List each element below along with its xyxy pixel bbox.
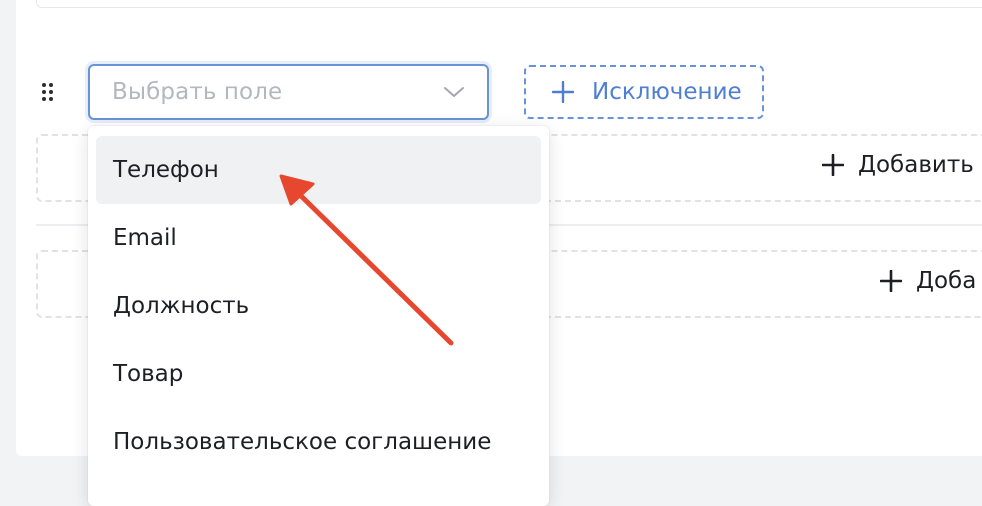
add-exclusion-label: Исключение	[592, 79, 742, 105]
plus-icon	[822, 154, 844, 176]
add-condition-label: Добавить	[858, 152, 974, 178]
drag-handle-icon[interactable]	[42, 83, 54, 101]
previous-section-box	[36, 0, 982, 8]
field-dropdown-menu: Телефон Email Должность Товар Пользовате…	[88, 126, 549, 506]
plus-icon	[880, 270, 902, 292]
dropdown-option-user-agreement[interactable]: Пользовательское соглашение	[96, 408, 541, 476]
add-group-button[interactable]: Доба	[880, 268, 976, 294]
dropdown-option-email[interactable]: Email	[96, 204, 541, 272]
dropdown-option-phone[interactable]: Телефон	[96, 136, 541, 204]
chevron-down-icon	[444, 87, 464, 97]
field-select-placeholder: Выбрать поле	[112, 79, 283, 105]
add-exclusion-button[interactable]: Исключение	[524, 65, 764, 119]
dropdown-option-position[interactable]: Должность	[96, 272, 541, 340]
add-condition-button[interactable]: Добавить	[822, 152, 974, 178]
dropdown-option-product[interactable]: Товар	[96, 340, 541, 408]
field-select[interactable]: Выбрать поле	[88, 64, 489, 120]
add-group-label: Доба	[916, 268, 977, 294]
plus-icon	[552, 81, 574, 103]
